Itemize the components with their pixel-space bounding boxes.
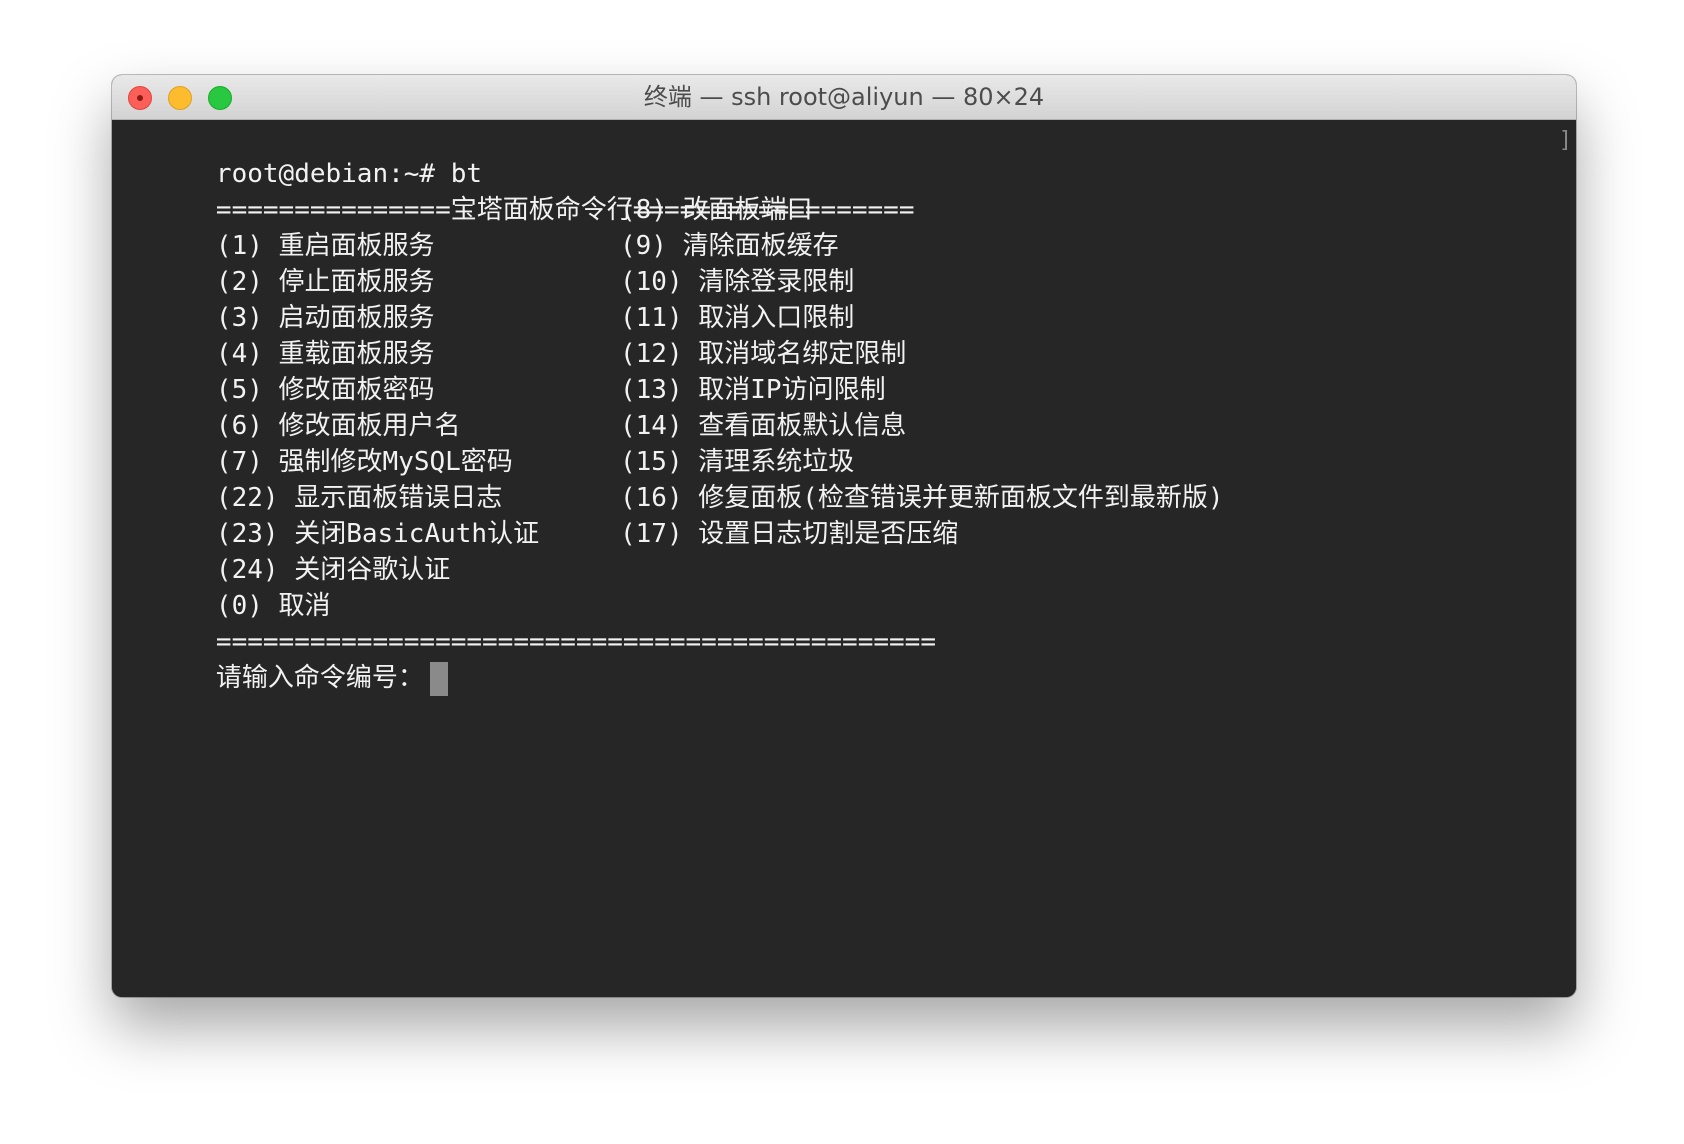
menu-row: (4) 重载面板服务 (11) 取消入口限制 — [122, 300, 1576, 369]
input-prompt: 请输入命令编号： — [215, 663, 424, 693]
menu-row: (7) 强制修改MySQL密码 (14) 查看面板默认信息 — [122, 408, 1576, 477]
prompt-line: root@debian:~# bt — [122, 120, 1576, 189]
menu-item-right: (12) 取消域名绑定限制 — [620, 339, 907, 369]
menu-item-right: (14) 查看面板默认信息 — [620, 411, 907, 441]
menu-row: (6) 修改面板用户名 (13) 取消IP访问限制 — [122, 372, 1576, 441]
menu-header: ===============宝塔面板命令行================== — [122, 156, 1576, 225]
menu-row: (23) 关闭BasicAuth认证 (16) 修复面板(检查错误并更新面板文件… — [122, 480, 1576, 549]
menu-row: (5) 修改面板密码 (12) 取消域名绑定限制 — [122, 336, 1576, 405]
menu-row: (3) 启动面板服务 (10) 清除登录限制 — [122, 264, 1576, 333]
menu-item-right: (11) 取消入口限制 — [620, 303, 855, 333]
menu-item-right: (10) 清除登录限制 — [620, 267, 855, 297]
menu-row: (0) 取消 — [122, 552, 1576, 621]
menu-item-right: (9) 清除面板缓存 — [620, 231, 839, 261]
menu-item-right: (15) 清理系统垃圾 — [620, 447, 855, 477]
menu-row: (1) 重启面板服务 (8) 改面板端口 — [122, 192, 1576, 261]
terminal-window: 终端 — ssh root@aliyun — 80×24 ] root@debi… — [112, 75, 1576, 997]
menu-row: (2) 停止面板服务 (9) 清除面板缓存 — [122, 228, 1576, 297]
menu-item-right: (8) 改面板端口 — [620, 195, 813, 225]
menu-item-right: (17) 设置日志切割是否压缩 — [620, 519, 959, 549]
menu-item-right: (13) 取消IP访问限制 — [620, 375, 886, 405]
menu-row: (22) 显示面板错误日志 (15) 清理系统垃圾 — [122, 444, 1576, 513]
window-title: 终端 — ssh root@aliyun — 80×24 — [643, 83, 1045, 111]
menu-footer: ========================================… — [122, 588, 1576, 657]
text-cursor[interactable] — [429, 661, 448, 696]
menu-row: (24) 关闭谷歌认证 (17) 设置日志切割是否压缩 — [122, 516, 1576, 585]
menu-item-right: (16) 修复面板(检查错误并更新面板文件到最新版) — [620, 483, 1224, 513]
input-line[interactable]: 请输入命令编号： — [122, 624, 1576, 696]
terminal-content[interactable]: ] root@debian:~# bt ===============宝塔面板命… — [112, 120, 1576, 997]
title-bar[interactable]: 终端 — ssh root@aliyun — 80×24 — [112, 75, 1576, 120]
